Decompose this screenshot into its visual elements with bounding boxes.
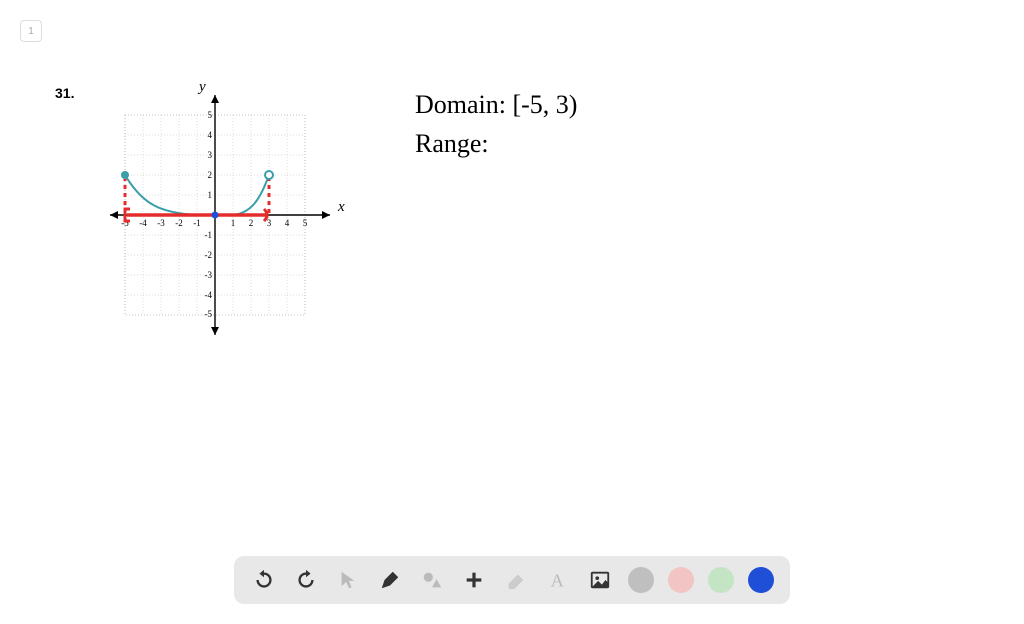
color-blue[interactable] <box>748 567 774 593</box>
redo-icon <box>295 569 317 591</box>
svg-text:1: 1 <box>231 218 236 228</box>
x-axis-label: x <box>338 199 345 216</box>
svg-text:A: A <box>551 570 565 590</box>
svg-text:5: 5 <box>208 110 213 120</box>
svg-text:1: 1 <box>208 190 213 200</box>
domain-text: Domain: [-5, 3) <box>415 85 577 124</box>
image-button[interactable] <box>586 566 614 594</box>
svg-text:-2: -2 <box>175 218 183 228</box>
svg-text:5: 5 <box>303 218 308 228</box>
plus-button[interactable] <box>460 566 488 594</box>
svg-text:-4: -4 <box>139 218 147 228</box>
redo-button[interactable] <box>292 566 320 594</box>
svg-text:-4: -4 <box>205 290 213 300</box>
pen-icon <box>379 569 401 591</box>
svg-text:-1: -1 <box>193 218 201 228</box>
undo-button[interactable] <box>250 566 278 594</box>
color-grey[interactable] <box>628 567 654 593</box>
handwritten-notes: Domain: [-5, 3) Range: <box>415 85 577 163</box>
y-axis-label: y <box>199 79 206 96</box>
graph: y x -5-4-3 <box>100 85 350 350</box>
svg-text:-1: -1 <box>205 230 213 240</box>
text-button[interactable]: A <box>544 566 572 594</box>
svg-text:4: 4 <box>208 130 213 140</box>
svg-text:-2: -2 <box>205 250 213 260</box>
text-icon: A <box>547 569 569 591</box>
svg-text:-3: -3 <box>205 270 213 280</box>
svg-text:-5: -5 <box>205 309 213 319</box>
svg-text:2: 2 <box>249 218 254 228</box>
color-green[interactable] <box>708 567 734 593</box>
svg-text:4: 4 <box>285 218 290 228</box>
image-icon <box>589 569 611 591</box>
problem-number: 31. <box>55 85 74 101</box>
pointer-icon <box>337 569 359 591</box>
toolbar: A <box>234 556 790 604</box>
page-indicator: 1 <box>20 20 42 42</box>
undo-icon <box>253 569 275 591</box>
pen-button[interactable] <box>376 566 404 594</box>
svg-text:3: 3 <box>208 150 213 160</box>
svg-text:2: 2 <box>208 170 213 180</box>
graph-svg: -5-4-3 -2-1 123 45 543 21 -1-2-3 -4-5 <box>100 85 350 345</box>
plus-icon <box>463 569 485 591</box>
svg-text:3: 3 <box>267 218 272 228</box>
shapes-button[interactable] <box>418 566 446 594</box>
pointer-button[interactable] <box>334 566 362 594</box>
eraser-icon <box>505 569 527 591</box>
shapes-icon <box>421 569 443 591</box>
svg-text:-3: -3 <box>157 218 165 228</box>
color-pink[interactable] <box>668 567 694 593</box>
eraser-button[interactable] <box>502 566 530 594</box>
range-text: Range: <box>415 124 577 163</box>
